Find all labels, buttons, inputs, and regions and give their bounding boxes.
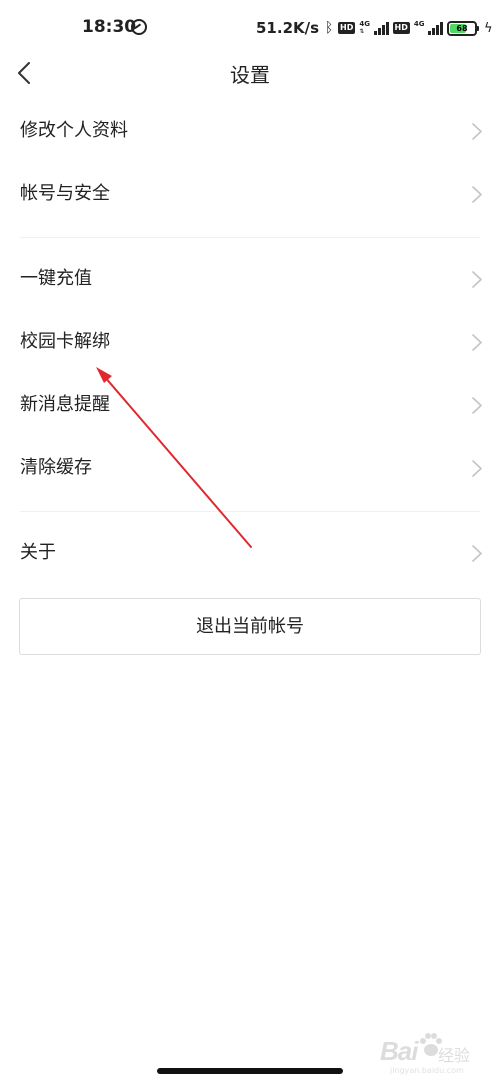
network-type-label-2: 4G — [413, 20, 425, 28]
item-label: 一键充值 — [20, 268, 92, 289]
charging-icon: ϟ — [483, 20, 493, 36]
home-indicator[interactable] — [157, 1068, 343, 1074]
network-type-1: 4G ⇅ — [359, 20, 370, 36]
hd-badge-2: HD — [392, 22, 410, 34]
status-indicators: 51.2K/s ᛒ HD 4G ⇅ HD 4G 68 ϟ — [256, 18, 493, 38]
nav-bar: 设置 — [0, 50, 500, 96]
item-label: 帐号与安全 — [20, 183, 110, 204]
settings-item-edit-profile[interactable]: 修改个人资料 — [0, 100, 500, 163]
settings-item-recharge[interactable]: 一键充值 — [0, 248, 500, 311]
signal-icon-2 — [428, 21, 443, 35]
network-type-label: 4G — [359, 20, 371, 28]
watermark-sub: 经验 — [438, 1046, 471, 1065]
battery-icon: 68 — [446, 20, 479, 36]
data-arrows-icon: ⇅ — [359, 28, 365, 35]
item-label: 新消息提醒 — [20, 394, 110, 415]
signal-icon — [374, 21, 389, 35]
chevron-right-icon — [472, 397, 482, 414]
do-not-disturb-icon — [131, 19, 147, 35]
settings-item-account-security[interactable]: 帐号与安全 — [0, 163, 500, 226]
chevron-right-icon — [472, 545, 482, 562]
page-title: 设置 — [230, 63, 270, 87]
settings-item-notifications[interactable]: 新消息提醒 — [0, 374, 500, 437]
bluetooth-icon: ᛒ — [324, 20, 334, 36]
settings-item-unbind-campus-card[interactable]: 校园卡解绑 — [0, 311, 500, 374]
battery-level: 68 — [456, 23, 468, 33]
section-divider — [0, 500, 500, 522]
chevron-right-icon — [472, 271, 482, 288]
status-time: 18:30 — [82, 17, 137, 37]
watermark: Bai 经验 jingyan.baidu.com — [380, 1028, 490, 1078]
settings-list: 修改个人资料 帐号与安全 一键充值 校园卡解绑 新消息提醒 清除缓存 关于 — [0, 100, 500, 585]
chevron-right-icon — [472, 123, 482, 140]
network-type-2: 4G — [414, 20, 425, 36]
section-divider — [0, 226, 500, 248]
network-speed: 51.2K/s — [256, 19, 320, 37]
chevron-right-icon — [472, 460, 482, 477]
item-label: 清除缓存 — [20, 457, 92, 478]
settings-item-clear-cache[interactable]: 清除缓存 — [0, 437, 500, 500]
logout-button[interactable]: 退出当前帐号 — [19, 598, 481, 655]
chevron-right-icon — [472, 334, 482, 351]
hd-badge: HD — [338, 22, 356, 34]
item-label: 关于 — [20, 542, 56, 563]
watermark-url: jingyan.baidu.com — [390, 1066, 464, 1075]
chevron-right-icon — [472, 186, 482, 203]
watermark-brand: Bai — [380, 1036, 418, 1066]
item-label: 校园卡解绑 — [20, 331, 110, 352]
settings-item-about[interactable]: 关于 — [0, 522, 500, 585]
item-label: 修改个人资料 — [20, 120, 128, 141]
